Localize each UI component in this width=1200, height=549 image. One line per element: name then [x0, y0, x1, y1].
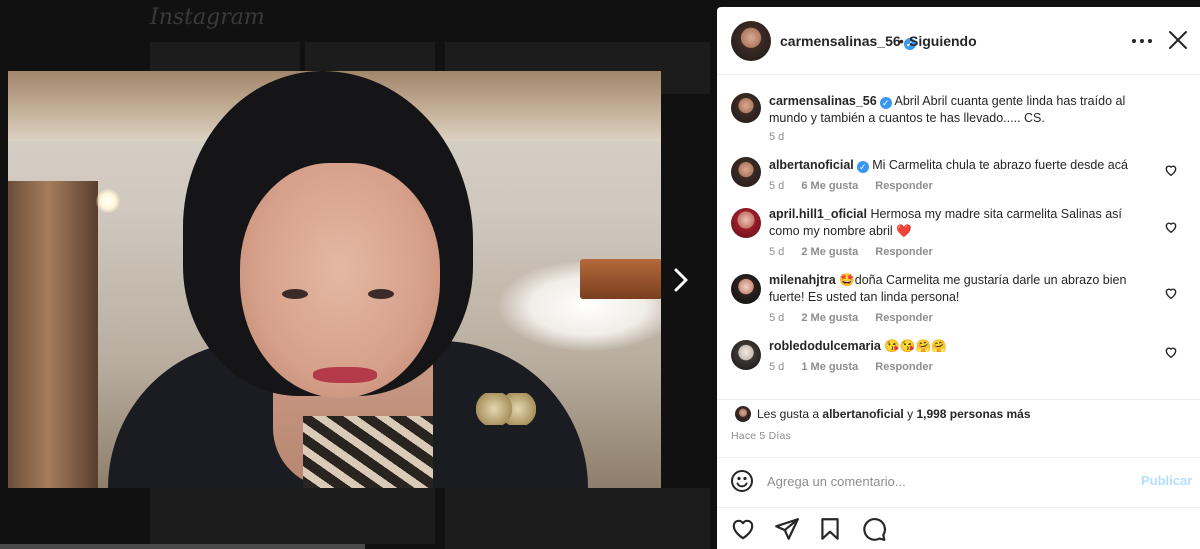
caption-text: carmensalinas_56 ✓ Abril Abril cuanta gen… — [769, 93, 1154, 127]
avatar[interactable] — [731, 21, 771, 61]
reply-button[interactable]: Responder — [875, 180, 932, 192]
comment-username[interactable]: robledodulcemaria — [769, 339, 881, 353]
caption-meta: 5 d — [769, 130, 798, 144]
comment-body: Mi Carmelita chula te abrazo fuerte desd… — [872, 158, 1128, 172]
background-tile — [150, 488, 435, 544]
more-horizontal-icon[interactable] — [1127, 29, 1157, 53]
avatar — [735, 406, 751, 422]
divider — [717, 457, 1200, 458]
likes-others[interactable]: 1,998 personas más — [916, 407, 1030, 421]
likes-prefix: Les gusta a — [757, 407, 820, 421]
publish-button[interactable]: Publicar — [1141, 473, 1192, 488]
verified-badge-icon: ✓ — [879, 97, 892, 109]
caption-username[interactable]: carmensalinas_56 — [769, 94, 877, 108]
verified-badge-icon: ✓ — [856, 161, 869, 173]
likes-connector: y — [907, 407, 914, 421]
comment-body: 😘😘🤗🤗 — [884, 339, 947, 353]
comment-meta: 5 d 6 Me gusta Responder — [769, 179, 947, 193]
comment-likes[interactable]: 2 Me gusta — [801, 312, 858, 324]
avatar[interactable] — [731, 274, 761, 304]
heart-icon[interactable] — [730, 516, 756, 542]
caption-time: 5 d — [769, 131, 785, 143]
posted-time: Hace 5 Días — [731, 430, 791, 442]
heart-icon[interactable] — [1164, 220, 1178, 234]
heart-icon[interactable] — [1164, 286, 1178, 300]
background-tile — [445, 488, 710, 549]
comment-username[interactable]: april.hill1_oficial — [769, 207, 867, 221]
comment-text: milenahjtra 🤩doña Carmelita me gustaría … — [769, 272, 1154, 306]
comment-input[interactable] — [767, 469, 1127, 493]
bookmark-icon[interactable] — [817, 516, 843, 542]
post-header: carmensalinas_56 ✓ • Siguiendo — [717, 7, 1200, 75]
author-username[interactable]: carmensalinas_56 ✓ — [780, 33, 916, 50]
comment-likes[interactable]: 6 Me gusta — [801, 180, 858, 192]
avatar[interactable] — [731, 157, 761, 187]
reply-button[interactable]: Responder — [875, 312, 932, 324]
comment-text: robledodulcemaria 😘😘🤗🤗 — [769, 338, 1154, 355]
heart-icon[interactable] — [1164, 345, 1178, 359]
comment-text: april.hill1_oficial Hermosa my madre sit… — [769, 206, 1154, 240]
avatar[interactable] — [731, 340, 761, 370]
author-username-text: carmensalinas_56 — [780, 33, 901, 49]
share-icon[interactable] — [774, 516, 800, 542]
emoji-icon[interactable] — [730, 469, 754, 493]
comment-text: albertanoficial ✓ Mi Carmelita chula te a… — [769, 157, 1154, 174]
likes-user[interactable]: albertanoficial — [822, 407, 903, 421]
chevron-right-icon[interactable] — [668, 264, 694, 296]
following-button[interactable]: Siguiendo — [909, 33, 977, 49]
avatar[interactable] — [731, 93, 761, 123]
comment-time: 5 d — [769, 246, 785, 258]
comment-meta: 5 d 1 Me gusta Responder — [769, 360, 947, 374]
likes-summary[interactable]: Les gusta a albertanoficial y 1,998 pers… — [735, 406, 1031, 422]
horizontal-scrollbar[interactable] — [0, 544, 365, 549]
reply-button[interactable]: Responder — [875, 246, 932, 258]
comment-time: 5 d — [769, 312, 785, 324]
background-tile — [150, 42, 300, 71]
divider — [717, 399, 1200, 400]
header-separator: • — [899, 33, 904, 49]
heart-icon[interactable] — [1164, 163, 1178, 177]
comment-time: 5 d — [769, 180, 785, 192]
comment-meta: 5 d 2 Me gusta Responder — [769, 311, 947, 325]
avatar[interactable] — [731, 208, 761, 238]
close-icon[interactable] — [1165, 27, 1191, 53]
comment-username[interactable]: albertanoficial — [769, 158, 854, 172]
reply-button[interactable]: Responder — [875, 361, 932, 373]
instagram-logo: Instagram — [150, 5, 265, 30]
post-photo — [8, 71, 661, 488]
comment-likes[interactable]: 1 Me gusta — [801, 361, 858, 373]
post-details-panel: carmensalinas_56 ✓ • Siguiendo carmensali… — [717, 7, 1200, 549]
comment-likes[interactable]: 2 Me gusta — [801, 246, 858, 258]
comment-meta: 5 d 2 Me gusta Responder — [769, 245, 947, 259]
comment-username[interactable]: milenahjtra — [769, 273, 836, 287]
comment-icon[interactable] — [861, 516, 887, 542]
comment-time: 5 d — [769, 361, 785, 373]
background-tile — [305, 42, 435, 71]
divider — [717, 507, 1200, 508]
